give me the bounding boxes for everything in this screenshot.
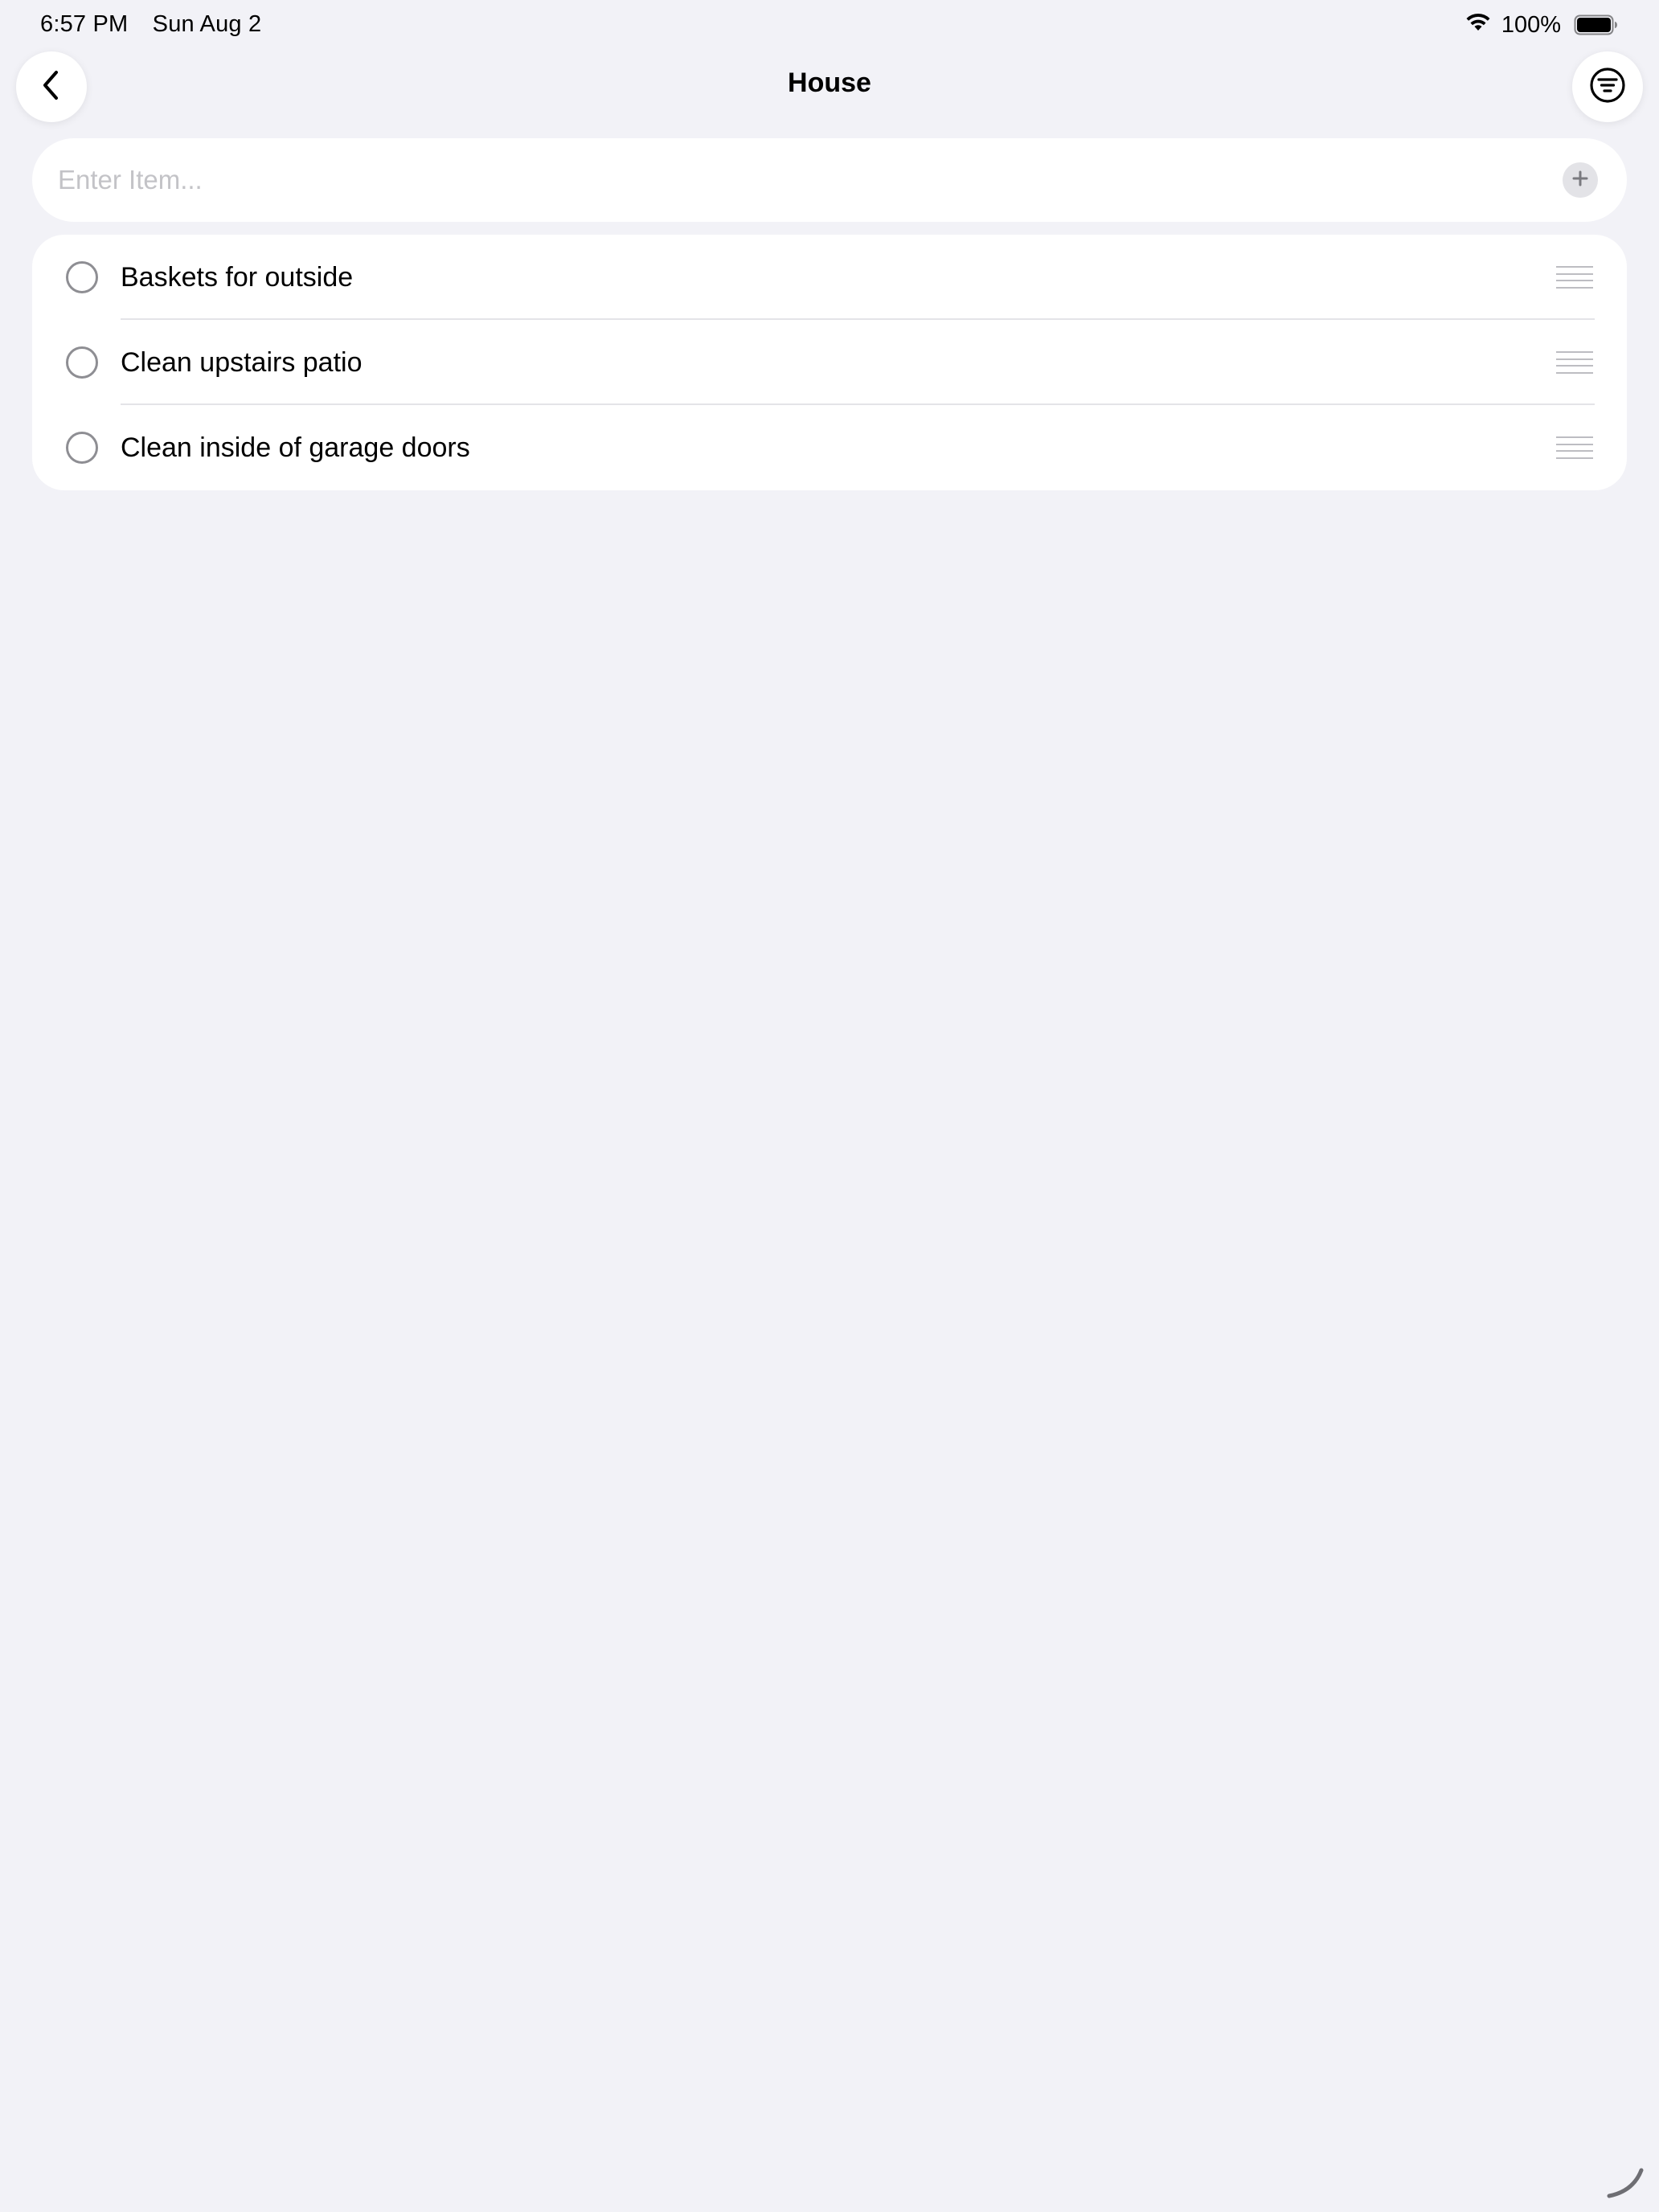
item-list: Baskets for outside Clean upstairs patio…: [32, 235, 1627, 490]
checkbox[interactable]: [66, 261, 98, 293]
filter-circle-icon: [1589, 67, 1626, 108]
status-left: 6:57 PM Sun Aug 2: [40, 11, 261, 38]
drag-handle-icon[interactable]: [1556, 266, 1593, 289]
item-label: Baskets for outside: [121, 262, 354, 293]
page-title: House: [788, 68, 871, 98]
plus-icon: [1571, 170, 1589, 191]
corner-curve-indicator: [1601, 2154, 1649, 2202]
list-item[interactable]: Baskets for outside: [32, 235, 1627, 320]
drag-handle-icon[interactable]: [1556, 436, 1593, 459]
battery-icon: [1574, 14, 1619, 35]
checkbox[interactable]: [66, 432, 98, 464]
list-item[interactable]: Clean upstairs patio: [32, 320, 1627, 405]
checkbox[interactable]: [66, 346, 98, 379]
wifi-icon: [1464, 11, 1492, 39]
item-label: Clean inside of garage doors: [121, 432, 470, 463]
item-input[interactable]: [58, 138, 1521, 222]
status-bar: 6:57 PM Sun Aug 2 100%: [0, 0, 1659, 51]
drag-handle-icon[interactable]: [1556, 351, 1593, 374]
item-label: Clean upstairs patio: [121, 347, 363, 378]
list-item[interactable]: Clean inside of garage doors: [32, 405, 1627, 490]
battery-percent: 100%: [1501, 11, 1561, 38]
status-date: Sun Aug 2: [152, 11, 262, 37]
item-entry-container: [32, 138, 1627, 222]
filter-button[interactable]: [1572, 51, 1643, 122]
status-time: 6:57 PM: [40, 11, 129, 37]
status-right: 100%: [1464, 11, 1619, 39]
add-item-button[interactable]: [1563, 162, 1598, 198]
